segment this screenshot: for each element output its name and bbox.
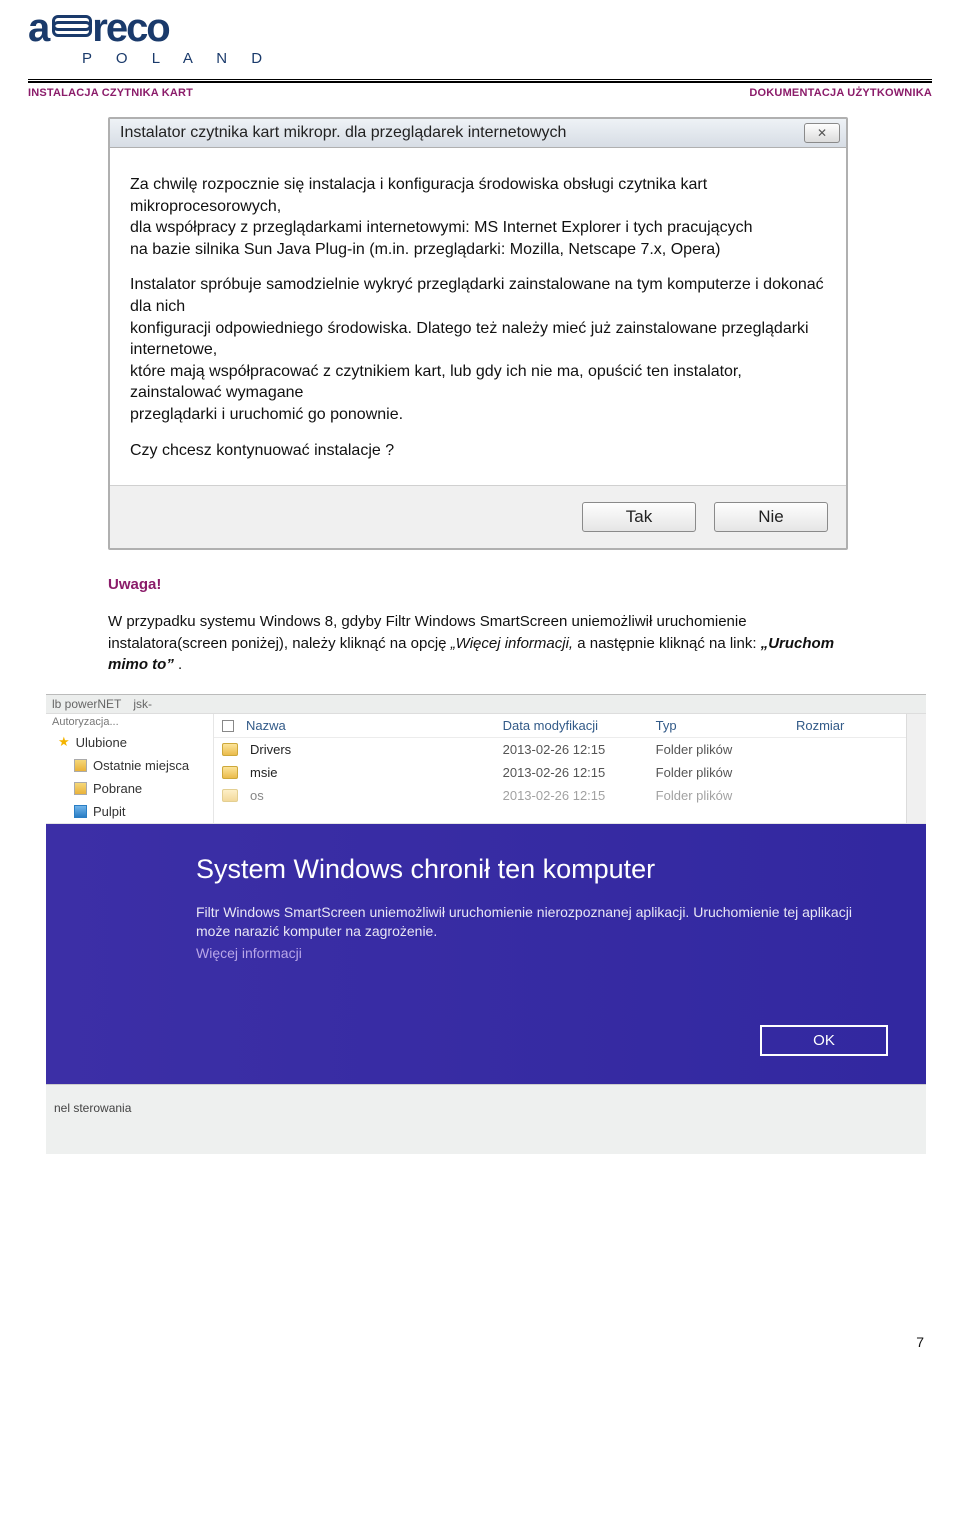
attention-heading: Uwaga! [108, 574, 868, 596]
list-item[interactable]: Drivers 2013-02-26 12:15 Folder plików [214, 738, 906, 761]
logo: a reco P O L A N D [28, 12, 932, 73]
dialog-para-3: Czy chcesz kontynuować instalacje ? [130, 440, 826, 462]
panel-fragment-label: nel sterowania [46, 1085, 926, 1115]
folder-icon [222, 789, 238, 802]
instruction-paragraph: W przypadku systemu Windows 8, gdyby Fil… [108, 611, 868, 676]
header-right: DOKUMENTACJA UŻYTKOWNIKA [749, 87, 932, 99]
list-item[interactable]: msie 2013-02-26 12:15 Folder plików [214, 761, 906, 784]
smartscreen-overlay: System Windows chronił ten komputer Filt… [46, 824, 926, 1084]
page-number: 7 [28, 1154, 932, 1350]
list-item[interactable]: os 2013-02-26 12:15 Folder plików [214, 784, 906, 807]
column-date[interactable]: Data modyfikacji [503, 718, 656, 733]
folder-icon [222, 743, 238, 756]
sidebar-favorites[interactable]: ★ Ulubione [46, 730, 213, 754]
fragment-label: lb powerNET [52, 697, 121, 711]
checkbox-icon[interactable] [222, 720, 234, 732]
ok-button[interactable]: OK [760, 1025, 888, 1056]
folder-icon [74, 759, 87, 772]
explorer-listing: Nazwa Data modyfikacji Typ Rozmiar Drive… [214, 714, 906, 823]
smartscreen-body: Filtr Windows SmartScreen uniemożliwił u… [196, 903, 876, 941]
more-info-link[interactable]: Więcej informacji [196, 945, 302, 961]
scrollbar[interactable] [906, 714, 926, 823]
sidebar-item-desktop[interactable]: Pulpit [46, 800, 213, 823]
yes-button[interactable]: Tak [582, 502, 696, 532]
column-type[interactable]: Typ [656, 718, 796, 733]
instruction-text: Uwaga! W przypadku systemu Windows 8, gd… [108, 574, 868, 676]
explorer-sidebar: Autoryzacja... ★ Ulubione Ostatnie miejs… [46, 714, 214, 823]
smartscreen-screenshot: lb powerNET jsk- Autoryzacja... ★ Ulubio… [46, 694, 926, 1154]
folder-icon [222, 766, 238, 779]
smartscreen-title: System Windows chronił ten komputer [196, 854, 886, 885]
dialog-title: Instalator czytnika kart mikropr. dla pr… [120, 124, 566, 142]
installer-dialog: Instalator czytnika kart mikropr. dla pr… [108, 117, 848, 550]
no-button[interactable]: Nie [714, 502, 828, 532]
dialog-para-2: Instalator spróbuje samodzielnie wykryć … [130, 274, 826, 425]
column-size[interactable]: Rozmiar [796, 718, 898, 733]
logo-ss-icon [52, 15, 88, 41]
logo-subtitle: P O L A N D [82, 50, 932, 67]
dialog-para-1: Za chwilę rozpocznie się instalacja i ko… [130, 174, 826, 260]
logo-letter-a: a [28, 12, 48, 44]
folder-icon [74, 805, 87, 818]
close-icon[interactable]: ✕ [804, 123, 840, 143]
fragment-label: jsk- [133, 697, 152, 711]
star-icon: ★ [58, 734, 70, 750]
horizontal-rule [28, 79, 932, 83]
folder-icon [74, 782, 87, 795]
header-left: INSTALACJA CZYTNIKA KART [28, 87, 193, 99]
sidebar-item-downloads[interactable]: Pobrane [46, 777, 213, 800]
logo-letters-b: reco [92, 12, 169, 44]
sidebar-item-recent[interactable]: Ostatnie miejsca [46, 754, 213, 777]
column-name[interactable]: Nazwa [246, 718, 286, 733]
